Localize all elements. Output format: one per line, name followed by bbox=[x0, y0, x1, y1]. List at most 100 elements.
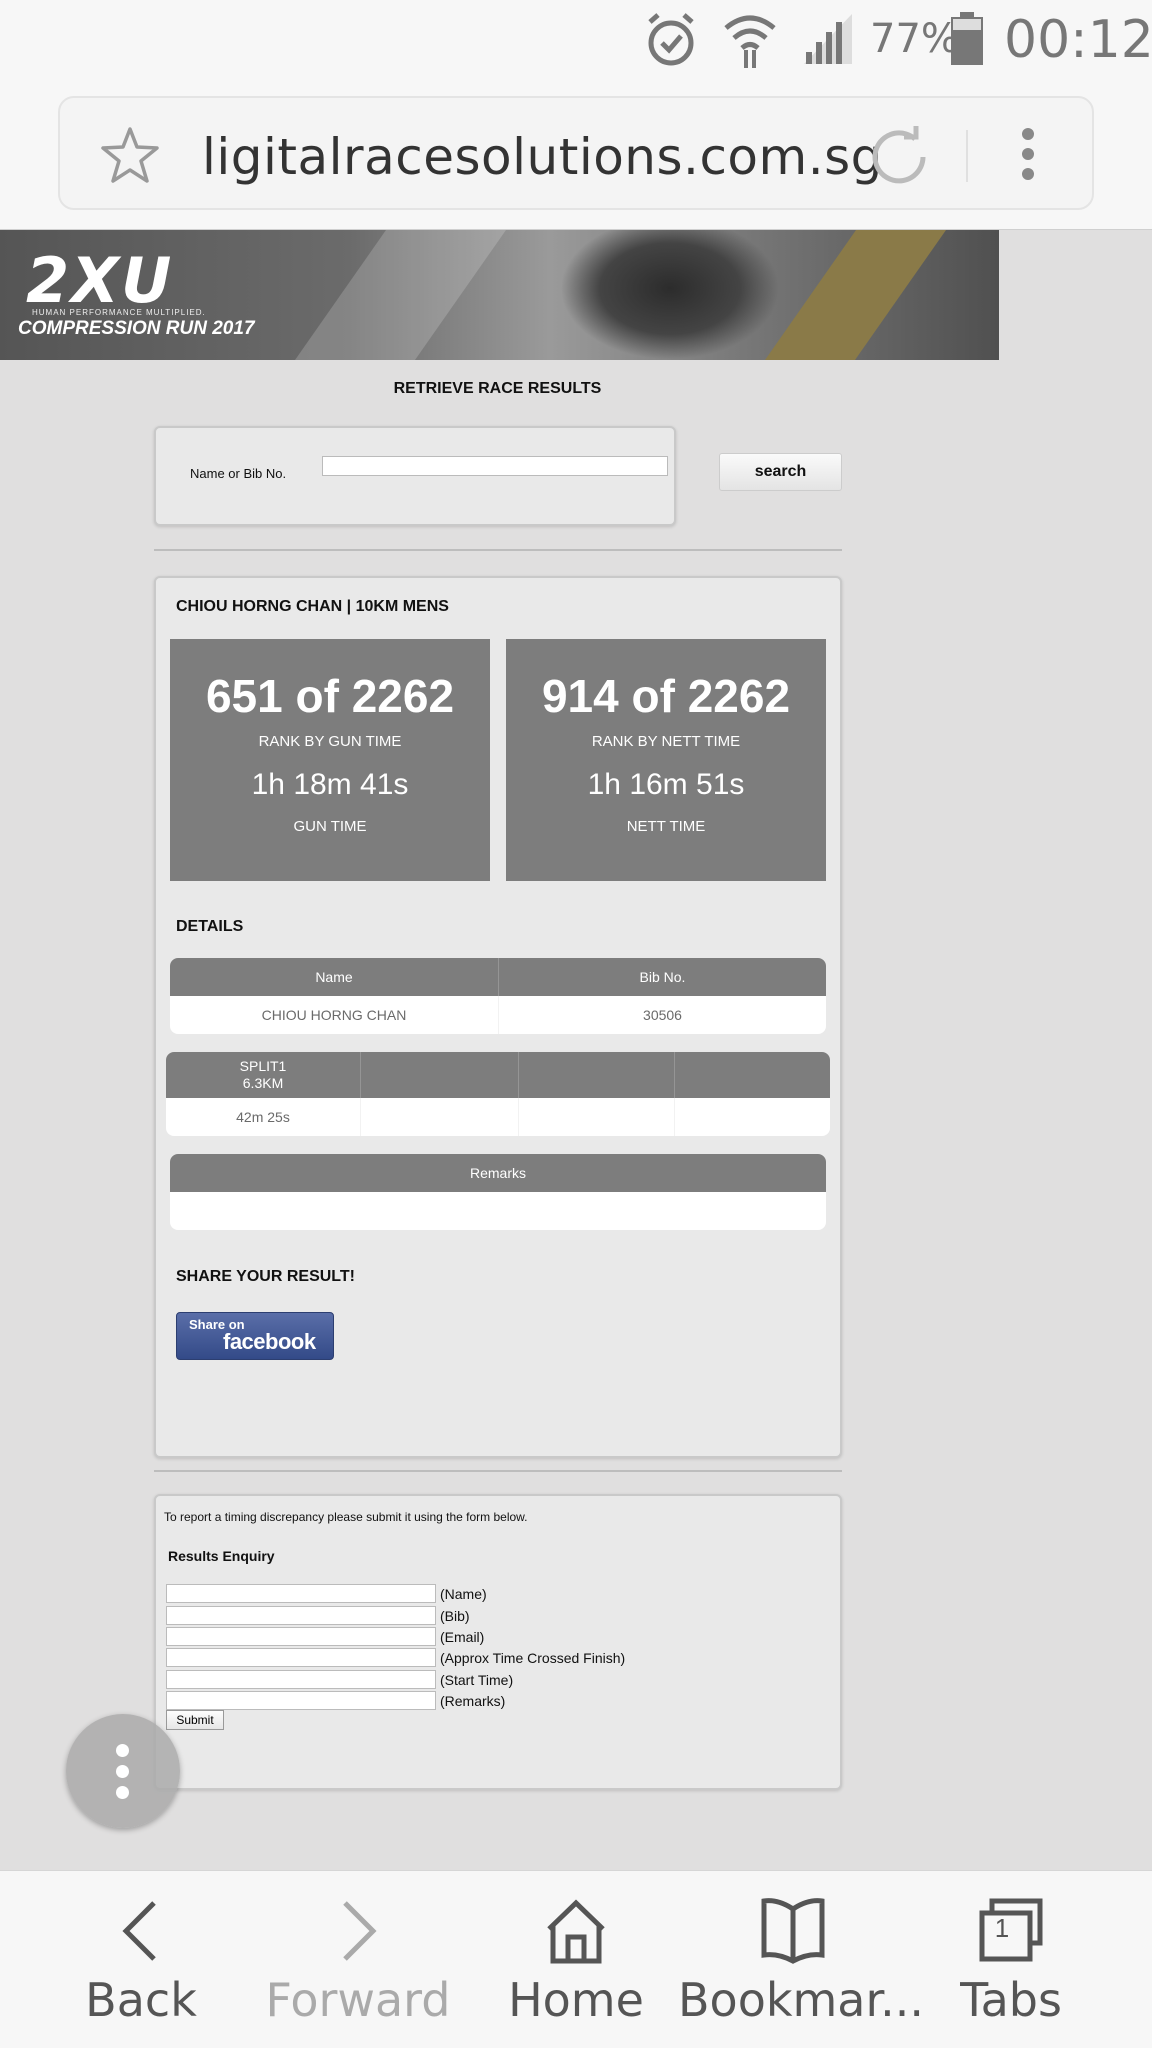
gun-rank: 651 of 2262 bbox=[205, 670, 455, 722]
reload-icon[interactable] bbox=[868, 124, 930, 191]
split-cell-empty bbox=[674, 1098, 830, 1136]
page-title: RETRIEVE RACE RESULTS bbox=[393, 380, 602, 397]
name-field[interactable] bbox=[166, 1584, 436, 1603]
nett-rank: 914 of 2262 bbox=[541, 670, 791, 722]
search-form: Name or Bib No. bbox=[154, 426, 676, 526]
event-name: COMPRESSION RUN 2017 bbox=[18, 318, 255, 339]
split-cell-empty bbox=[518, 1098, 674, 1136]
status-bar: 77% 00:12 bbox=[0, 0, 1152, 84]
runner-name-cell: CHIOU HORNG CHAN bbox=[261, 1007, 407, 1023]
start-time-field[interactable] bbox=[166, 1670, 436, 1689]
bib-field[interactable] bbox=[166, 1606, 436, 1625]
nav-home-label: Home bbox=[508, 1973, 644, 2027]
more-dot-icon bbox=[116, 1744, 129, 1757]
nav-tabs[interactable]: 1 Tabs bbox=[896, 1871, 1126, 2048]
back-icon bbox=[26, 1895, 256, 1965]
details-title: DETAILS bbox=[176, 918, 244, 935]
browser-toolbar: ligitalracesolutions.com.sg bbox=[0, 84, 1152, 230]
browser-bottom-nav: Back Forward Home Bookmar... 1 Tabs bbox=[0, 1870, 1152, 2048]
remarks-table: Remarks bbox=[170, 1154, 826, 1230]
nett-time-label: NETT TIME bbox=[626, 818, 706, 835]
brand-tagline: HUMAN PERFORMANCE MULTIPLIED. bbox=[32, 308, 206, 317]
nett-time: 1h 16m 51s bbox=[587, 768, 745, 801]
split-distance: 6.3KM bbox=[242, 1075, 284, 1091]
more-dot-icon bbox=[116, 1786, 129, 1799]
split-time-cell: 42m 25s bbox=[236, 1109, 290, 1125]
remarks-cell bbox=[170, 1192, 826, 1230]
url-text[interactable]: ligitalracesolutions.com.sg bbox=[202, 128, 883, 186]
menu-icon[interactable] bbox=[1018, 128, 1038, 185]
star-icon[interactable] bbox=[100, 126, 160, 189]
nav-bookmarks[interactable]: Bookmar... bbox=[678, 1871, 925, 2048]
bookmarks-icon bbox=[678, 1895, 908, 1965]
remarks-field[interactable] bbox=[166, 1691, 436, 1710]
nav-forward[interactable]: Forward bbox=[243, 1871, 473, 2048]
divider bbox=[154, 1470, 842, 1472]
finish-time-field-label: (Approx Time Crossed Finish) bbox=[440, 1650, 626, 1666]
divider bbox=[154, 549, 842, 551]
gun-rank-label: RANK BY GUN TIME bbox=[258, 733, 402, 750]
search-input[interactable] bbox=[322, 456, 668, 476]
nav-home[interactable]: Home bbox=[461, 1871, 691, 2048]
remarks-field-label: (Remarks) bbox=[440, 1693, 506, 1709]
finish-time-field[interactable] bbox=[166, 1648, 436, 1667]
nett-time-box: 914 of 2262 RANK BY NETT TIME 1h 16m 51s… bbox=[506, 639, 826, 881]
table-row bbox=[170, 1192, 826, 1230]
table-row: 42m 25s bbox=[166, 1098, 830, 1136]
nav-forward-label: Forward bbox=[265, 1973, 451, 2027]
splits-table: SPLIT1 6.3KM 42m 25s bbox=[166, 1052, 830, 1136]
status-time: 00:12 bbox=[1004, 10, 1152, 70]
gun-time-label: GUN TIME bbox=[293, 818, 367, 835]
split-header: SPLIT1 6.3KM bbox=[166, 1052, 360, 1098]
search-button[interactable]: search bbox=[719, 453, 842, 491]
battery-icon bbox=[950, 12, 984, 71]
bib-cell: 30506 bbox=[498, 996, 826, 1034]
enquiry-title: Results Enquiry bbox=[168, 1548, 275, 1564]
signal-icon bbox=[800, 10, 856, 71]
runner-image bbox=[560, 230, 780, 360]
remarks-header: Remarks bbox=[469, 1165, 526, 1181]
name-field-label: (Name) bbox=[440, 1586, 487, 1602]
more-dot-icon bbox=[116, 1765, 129, 1778]
email-field-label: (Email) bbox=[440, 1629, 485, 1645]
event-banner: 2XU HUMAN PERFORMANCE MULTIPLIED. COMPRE… bbox=[0, 230, 999, 360]
split-cell-empty bbox=[360, 1098, 518, 1136]
bib-field-label: (Bib) bbox=[440, 1608, 470, 1624]
column-header-bib: Bib No. bbox=[498, 958, 826, 996]
split-header-empty bbox=[518, 1052, 674, 1098]
battery-percent: 77% bbox=[870, 16, 959, 62]
table-row: CHIOU HORNG CHAN 30506 bbox=[170, 996, 826, 1034]
address-bar[interactable]: ligitalracesolutions.com.sg bbox=[58, 96, 1094, 210]
banner-stripe bbox=[259, 230, 521, 360]
split-name: SPLIT1 bbox=[239, 1058, 287, 1074]
toolbar-divider bbox=[966, 130, 968, 182]
nav-back-label: Back bbox=[85, 1973, 197, 2027]
alarm-icon bbox=[644, 10, 698, 75]
runner-title: CHIOU HORNG CHAN | 10KM MENS bbox=[176, 598, 449, 615]
nav-tabs-label: Tabs bbox=[960, 1973, 1062, 2027]
result-card: CHIOU HORNG CHAN | 10KM MENS 651 of 2262… bbox=[154, 576, 842, 1458]
share-facebook-button[interactable]: Share on facebook bbox=[176, 1312, 334, 1360]
search-label: Name or Bib No. bbox=[190, 466, 287, 481]
email-field[interactable] bbox=[166, 1627, 436, 1646]
details-table: Name Bib No. CHIOU HORNG CHAN 30506 bbox=[170, 958, 826, 1034]
tab-count: 1 bbox=[994, 1913, 1010, 1943]
floating-menu-button[interactable] bbox=[66, 1714, 180, 1828]
wifi-icon bbox=[722, 10, 778, 75]
column-header-name: Name bbox=[315, 969, 353, 985]
nav-bookmarks-label: Bookmar... bbox=[678, 1973, 925, 2027]
share-title: SHARE YOUR RESULT! bbox=[176, 1268, 355, 1285]
brand-logo: 2XU bbox=[26, 244, 174, 317]
forward-icon bbox=[243, 1895, 473, 1965]
gun-time: 1h 18m 41s bbox=[251, 768, 409, 801]
submit-button[interactable]: Submit bbox=[166, 1710, 224, 1730]
nav-back[interactable]: Back bbox=[26, 1871, 256, 2048]
nett-rank-label: RANK BY NETT TIME bbox=[591, 733, 741, 750]
split-header-empty bbox=[674, 1052, 830, 1098]
facebook-label: facebook bbox=[223, 1329, 316, 1354]
split-header-empty bbox=[360, 1052, 518, 1098]
home-icon bbox=[461, 1895, 691, 1965]
start-time-field-label: (Start Time) bbox=[440, 1672, 514, 1688]
enquiry-form: To report a timing discrepancy please su… bbox=[154, 1494, 842, 1790]
enquiry-note: To report a timing discrepancy please su… bbox=[164, 1510, 528, 1524]
